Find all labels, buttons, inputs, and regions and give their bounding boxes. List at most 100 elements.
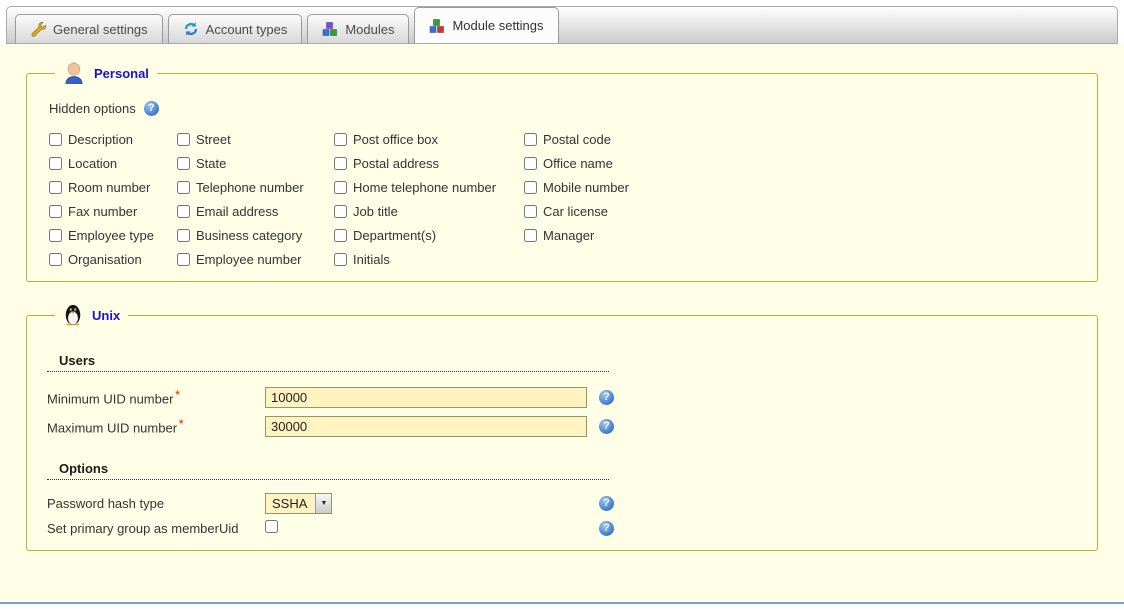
hidden-option[interactable]: Room number: [49, 180, 177, 195]
personal-legend: Personal: [55, 60, 157, 87]
help-icon[interactable]: ?: [599, 496, 614, 511]
hidden-option[interactable]: State: [177, 156, 334, 171]
hidden-option-checkbox[interactable]: [524, 157, 537, 170]
hidden-options-row: Hidden options ?: [49, 101, 1077, 116]
hidden-options-label: Hidden options: [49, 101, 136, 116]
hidden-option[interactable]: Telephone number: [177, 180, 334, 195]
password-hash-row: Password hash type SSHA ▼ ?: [47, 493, 1077, 514]
hidden-option-checkbox[interactable]: [177, 133, 190, 146]
page: General settings Account types Modules M…: [0, 6, 1124, 607]
hidden-option-checkbox[interactable]: [334, 205, 347, 218]
hidden-option-checkbox[interactable]: [49, 181, 62, 194]
hidden-option-label: Telephone number: [196, 180, 304, 195]
hidden-option[interactable]: Organisation: [49, 252, 177, 267]
tab-label: General settings: [53, 22, 148, 37]
hidden-option[interactable]: Car license: [524, 204, 1077, 219]
hidden-option[interactable]: Employee number: [177, 252, 334, 267]
hidden-option-label: Street: [196, 132, 231, 147]
hidden-option-label: Business category: [196, 228, 302, 243]
hidden-option-checkbox[interactable]: [177, 157, 190, 170]
hidden-option-label: Department(s): [353, 228, 436, 243]
hidden-option[interactable]: Manager: [524, 228, 1077, 243]
min-uid-input[interactable]: [265, 387, 587, 408]
hidden-option-label: Postal address: [353, 156, 439, 171]
hidden-option[interactable]: Post office box: [334, 132, 524, 147]
hidden-option[interactable]: Fax number: [49, 204, 177, 219]
hidden-option[interactable]: Postal address: [334, 156, 524, 171]
hidden-option-checkbox[interactable]: [49, 253, 62, 266]
person-icon: [63, 60, 85, 87]
hidden-option[interactable]: Street: [177, 132, 334, 147]
max-uid-input[interactable]: [265, 416, 587, 437]
hidden-option[interactable]: Job title: [334, 204, 524, 219]
hidden-option-checkbox[interactable]: [49, 133, 62, 146]
modules-icon: [322, 21, 338, 37]
users-section-header: Users: [47, 353, 609, 372]
hidden-option-checkbox[interactable]: [524, 181, 537, 194]
min-uid-control: [265, 387, 599, 408]
hidden-option[interactable]: Postal code: [524, 132, 1077, 147]
hidden-option-checkbox[interactable]: [334, 133, 347, 146]
hidden-option-label: Location: [68, 156, 117, 171]
hidden-option[interactable]: Location: [49, 156, 177, 171]
required-marker: *: [175, 389, 179, 401]
hidden-option-label: Postal code: [543, 132, 611, 147]
hidden-option-checkbox[interactable]: [334, 157, 347, 170]
hidden-option-checkbox[interactable]: [177, 253, 190, 266]
hidden-option-label: Employee type: [68, 228, 154, 243]
member-uid-control: [265, 520, 599, 536]
hidden-option-checkbox[interactable]: [334, 181, 347, 194]
tab-label: Module settings: [452, 18, 543, 33]
tab-label: Account types: [206, 22, 288, 37]
hidden-option-label: Car license: [543, 204, 608, 219]
hidden-option-checkbox[interactable]: [334, 253, 347, 266]
hidden-option-checkbox[interactable]: [177, 229, 190, 242]
tab-account-types[interactable]: Account types: [168, 14, 303, 43]
chevron-down-icon[interactable]: ▼: [315, 494, 331, 513]
help-icon[interactable]: ?: [599, 419, 614, 434]
hidden-option-checkbox[interactable]: [334, 229, 347, 242]
help-icon[interactable]: ?: [144, 101, 159, 116]
hidden-option-checkbox[interactable]: [524, 205, 537, 218]
hidden-option-checkbox[interactable]: [177, 181, 190, 194]
hidden-option[interactable]: Description: [49, 132, 177, 147]
hidden-option-label: Job title: [353, 204, 398, 219]
hidden-option-label: Fax number: [68, 204, 137, 219]
hidden-option[interactable]: Home telephone number: [334, 180, 524, 195]
help-icon[interactable]: ?: [599, 521, 614, 536]
personal-legend-label: Personal: [94, 66, 149, 81]
hidden-option-checkbox[interactable]: [49, 229, 62, 242]
min-uid-label: Minimum UID number*: [47, 389, 265, 406]
hidden-option-label: Manager: [543, 228, 594, 243]
main-content: Personal Hidden options ? Description St…: [0, 44, 1124, 607]
tab-bar: General settings Account types Modules M…: [6, 6, 1118, 44]
hidden-option-label: Room number: [68, 180, 150, 195]
tab-general-settings[interactable]: General settings: [15, 14, 163, 43]
unix-legend: Unix: [55, 302, 128, 329]
help-icon[interactable]: ?: [599, 390, 614, 405]
account-types-icon: [183, 21, 199, 37]
password-hash-select[interactable]: SSHA ▼: [265, 493, 332, 514]
hidden-option-checkbox[interactable]: [49, 157, 62, 170]
hidden-option[interactable]: Employee type: [49, 228, 177, 243]
member-uid-checkbox[interactable]: [265, 520, 278, 533]
max-uid-label: Maximum UID number*: [47, 418, 265, 435]
hidden-option-checkbox[interactable]: [524, 229, 537, 242]
hidden-option[interactable]: Mobile number: [524, 180, 1077, 195]
hidden-option-label: Post office box: [353, 132, 438, 147]
max-uid-row: Maximum UID number* ?: [47, 416, 1077, 437]
tab-module-settings[interactable]: Module settings: [414, 7, 558, 43]
hidden-option-checkbox[interactable]: [177, 205, 190, 218]
hidden-option-label: State: [196, 156, 226, 171]
tab-label: Modules: [345, 22, 394, 37]
hidden-option-checkbox[interactable]: [49, 205, 62, 218]
hidden-option[interactable]: Department(s): [334, 228, 524, 243]
tab-modules[interactable]: Modules: [307, 14, 409, 43]
required-marker: *: [179, 418, 183, 430]
options-section-header: Options: [47, 461, 609, 480]
hidden-option[interactable]: Business category: [177, 228, 334, 243]
hidden-option[interactable]: Office name: [524, 156, 1077, 171]
hidden-option[interactable]: Initials: [334, 252, 524, 267]
hidden-option[interactable]: Email address: [177, 204, 334, 219]
hidden-option-checkbox[interactable]: [524, 133, 537, 146]
